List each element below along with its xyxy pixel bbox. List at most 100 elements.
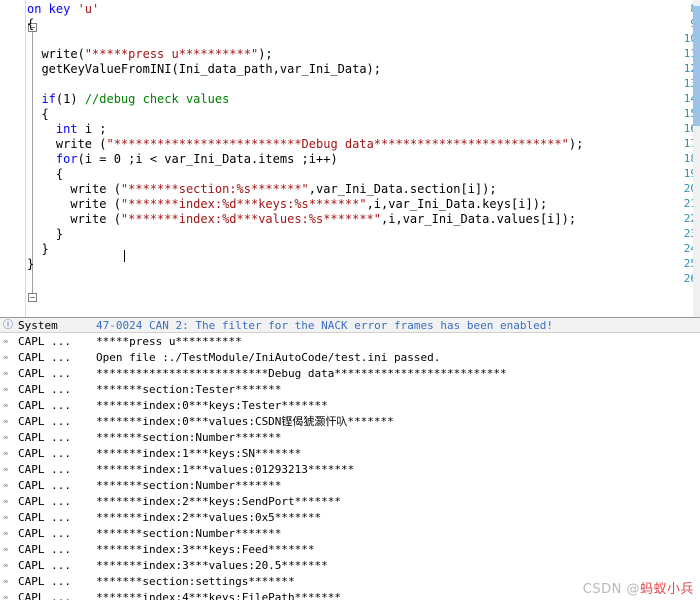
code-line[interactable]: {	[27, 17, 34, 31]
log-row[interactable]: » CAPL ... *******section:Number*******	[0, 430, 700, 446]
code-token-str: 'u'	[77, 2, 100, 16]
code-line[interactable]: on key 'u'	[27, 2, 99, 16]
code-token-plain: write (	[27, 197, 121, 211]
code-token-plain: (i = 0 ;i < var_Ini_Data.items ;i++)	[77, 152, 338, 166]
log-row[interactable]: » CAPL ... Open file :./TestModule/IniAuto…	[0, 350, 700, 366]
code-token-plain: (1)	[55, 92, 85, 106]
code-line[interactable]: {	[27, 167, 63, 181]
log-row-marker: »	[3, 353, 9, 363]
code-token-plain: write(	[27, 47, 85, 61]
code-line[interactable]: if(1) //debug check values	[27, 92, 229, 106]
log-row[interactable]: » CAPL ... **************************Debug…	[0, 366, 700, 382]
log-row-marker: »	[3, 481, 9, 491]
code-token-plain: ,var_Ini_Data.section[i]);	[308, 182, 497, 196]
code-token-str: "*******section:%s*******"	[120, 182, 309, 196]
log-row-marker: »	[3, 545, 9, 555]
log-row-text: *******index:4***keys:FilePath*******	[96, 591, 342, 600]
log-header-source: System	[18, 319, 58, 332]
code-text-area[interactable]: on key 'u'{ write("*****press u*********…	[27, 0, 693, 317]
code-token-plain: write (	[27, 182, 121, 196]
log-row[interactable]: » CAPL ... *******index:0***keys:Tester***…	[0, 398, 700, 414]
code-token-plain: }	[27, 257, 35, 271]
log-row-source: CAPL ...	[18, 335, 71, 348]
log-row-source: CAPL ...	[18, 495, 71, 508]
log-row-source: CAPL ...	[18, 367, 71, 380]
code-token-kw: on key	[27, 2, 78, 16]
capl-code-editor[interactable]: 891011121314151617181920212223242526 − −…	[0, 0, 700, 317]
log-row[interactable]: » CAPL ... *******index:2***values:0x5****…	[0, 510, 700, 526]
code-line[interactable]: {	[27, 107, 49, 121]
code-line[interactable]: write ("*******index:%d***values:%s*****…	[27, 212, 576, 226]
code-line[interactable]: }	[27, 257, 34, 271]
log-row-source: CAPL ...	[18, 463, 71, 476]
log-row-text: *******section:Number*******	[96, 431, 282, 444]
code-token-kw: for	[55, 152, 78, 166]
code-line[interactable]: write ("**************************Debug …	[27, 137, 583, 151]
editor-vertical-scrollbar[interactable]	[693, 0, 700, 317]
log-row[interactable]: » CAPL ... *******index:0***values:CSDN铿偈猇…	[0, 414, 700, 430]
code-line[interactable]: }	[27, 242, 49, 256]
log-row-marker: »	[3, 465, 9, 475]
code-token-str: "*******index:%d***values:%s*******"	[120, 212, 382, 226]
code-token-plain: i ;	[77, 122, 107, 136]
log-header-row: ⓘ System 47-0024 CAN 2: The filter for t…	[0, 318, 700, 333]
code-line[interactable]: }	[27, 227, 63, 241]
log-row-text: *******section:settings*******	[96, 575, 295, 588]
log-row-text: *******section:Number*******	[96, 479, 282, 492]
log-row[interactable]: » CAPL ... *******section:Tester*******	[0, 382, 700, 398]
watermark: CSDN @蚂蚁小兵	[583, 578, 694, 597]
log-row-text: *******index:3***keys:Feed*******	[96, 543, 315, 556]
log-row[interactable]: » CAPL ... *******index:1***values:0129321…	[0, 462, 700, 478]
code-line[interactable]: write ("*******index:%d***keys:%s*******…	[27, 197, 547, 211]
log-row[interactable]: » CAPL ... *******index:2***keys:SendPort*…	[0, 494, 700, 510]
log-row-text: *******index:1***keys:SN*******	[96, 447, 302, 460]
log-row-marker: »	[3, 497, 9, 507]
editor-gutter	[0, 0, 26, 317]
log-row-text: *******index:1***values:01293213*******	[96, 463, 355, 476]
code-token-str: "*****press u**********"	[84, 47, 259, 61]
log-row[interactable]: » CAPL ... *******index:1***keys:SN*******	[0, 446, 700, 462]
log-row-text: *****press u**********	[96, 335, 242, 348]
log-row-marker: »	[3, 337, 9, 347]
editor-scrollbar-thumb[interactable]	[693, 6, 700, 126]
log-row-text: **************************Debug data****…	[96, 367, 507, 380]
code-token-cmt: //debug check values	[84, 92, 230, 106]
text-caret	[124, 250, 125, 262]
log-row-source: CAPL ...	[18, 399, 71, 412]
code-token-str: "**************************Debug data***…	[106, 137, 569, 151]
log-row-marker: »	[3, 433, 9, 443]
log-row-text: *******index:2***keys:SendPort*******	[96, 495, 342, 508]
log-row-source: CAPL ...	[18, 527, 71, 540]
log-row-text: *******index:0***keys:Tester*******	[96, 399, 328, 412]
log-row-marker: »	[3, 417, 9, 427]
code-token-plain: {	[27, 107, 49, 121]
log-row-source: CAPL ...	[18, 575, 71, 588]
log-row-source: CAPL ...	[18, 511, 71, 524]
log-row[interactable]: » CAPL ... *******section:Number*******	[0, 478, 700, 494]
log-header-message: 47-0024 CAN 2: The filter for the NACK e…	[96, 319, 553, 332]
log-row-text: *******index:2***values:0x5*******	[96, 511, 322, 524]
code-line[interactable]: getKeyValueFromINI(Ini_data_path,var_Ini…	[27, 62, 381, 76]
code-line[interactable]: int i ;	[27, 122, 107, 136]
watermark-prefix: CSDN @	[582, 582, 640, 597]
log-row[interactable]: » CAPL ... *******index:3***keys:Feed*****…	[0, 542, 700, 558]
log-row[interactable]: » CAPL ... *****press u**********	[0, 334, 700, 350]
log-row-marker: »	[3, 593, 9, 600]
log-row[interactable]: » CAPL ... *******index:3***values:20.5***…	[0, 558, 700, 574]
log-row-source: CAPL ...	[18, 559, 71, 572]
log-row-marker: »	[3, 577, 9, 587]
log-row-source: CAPL ...	[18, 415, 71, 428]
log-row-marker: »	[3, 369, 9, 379]
log-row-source: CAPL ...	[18, 431, 71, 444]
watermark-name: 蚂蚁小兵	[639, 582, 694, 597]
code-token-kw: if	[41, 92, 56, 106]
code-line[interactable]: for(i = 0 ;i < var_Ini_Data.items ;i++)	[27, 152, 338, 166]
code-line[interactable]: write("*****press u**********");	[27, 47, 272, 61]
code-token-plain: }	[27, 242, 49, 256]
write-window[interactable]: ⓘ System 47-0024 CAN 2: The filter for t…	[0, 317, 700, 600]
code-line[interactable]: write ("*******section:%s*******",var_In…	[27, 182, 497, 196]
log-row[interactable]: » CAPL ... *******section:Number*******	[0, 526, 700, 542]
log-row-source: CAPL ...	[18, 543, 71, 556]
